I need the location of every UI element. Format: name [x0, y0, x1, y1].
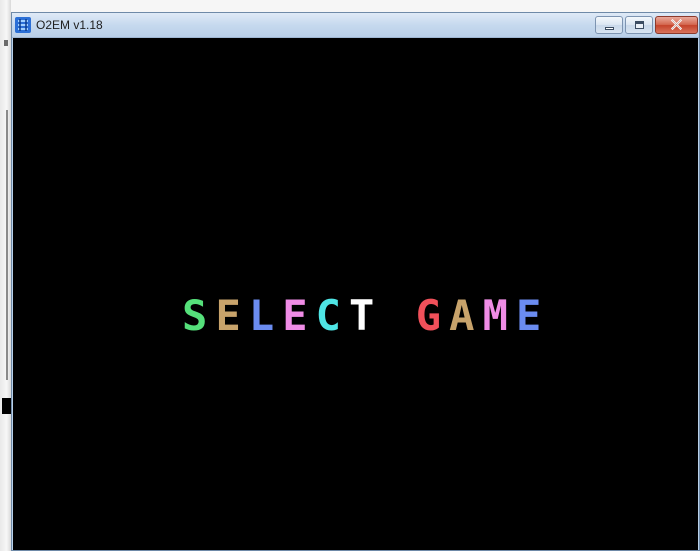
- maximize-button[interactable]: [625, 16, 653, 34]
- title-bar[interactable]: O2EM v1.18: [12, 13, 699, 38]
- desktop-left-edge: [0, 0, 11, 551]
- edge-mark: [2, 398, 11, 414]
- game-letter: E: [515, 291, 542, 340]
- game-letter: T: [349, 291, 375, 340]
- edge-line: [6, 110, 8, 380]
- close-icon: [670, 19, 683, 31]
- edge-mark: [4, 40, 8, 46]
- game-letter: S: [182, 291, 208, 340]
- desktop: O2EM v1.18 SELECTGAME: [0, 0, 700, 551]
- game-letter: A: [449, 291, 475, 340]
- game-letter: E: [215, 291, 241, 340]
- desktop-top-edge: [0, 0, 700, 12]
- game-letter: L: [248, 291, 275, 340]
- window-title: O2EM v1.18: [36, 18, 103, 32]
- close-button[interactable]: [655, 16, 698, 34]
- o2em-app-icon[interactable]: [15, 17, 31, 33]
- minimize-button[interactable]: [595, 16, 623, 34]
- maximize-icon: [635, 21, 644, 29]
- minimize-icon: [605, 27, 614, 30]
- game-letter: E: [282, 291, 308, 340]
- game-screen[interactable]: SELECTGAME: [13, 38, 698, 550]
- game-letter: C: [315, 291, 341, 340]
- emulator-window[interactable]: O2EM v1.18 SELECTGAME: [11, 12, 700, 551]
- game-letter: G: [415, 291, 442, 340]
- select-game-text: SELECTGAME: [178, 291, 545, 340]
- game-letter: M: [482, 291, 508, 340]
